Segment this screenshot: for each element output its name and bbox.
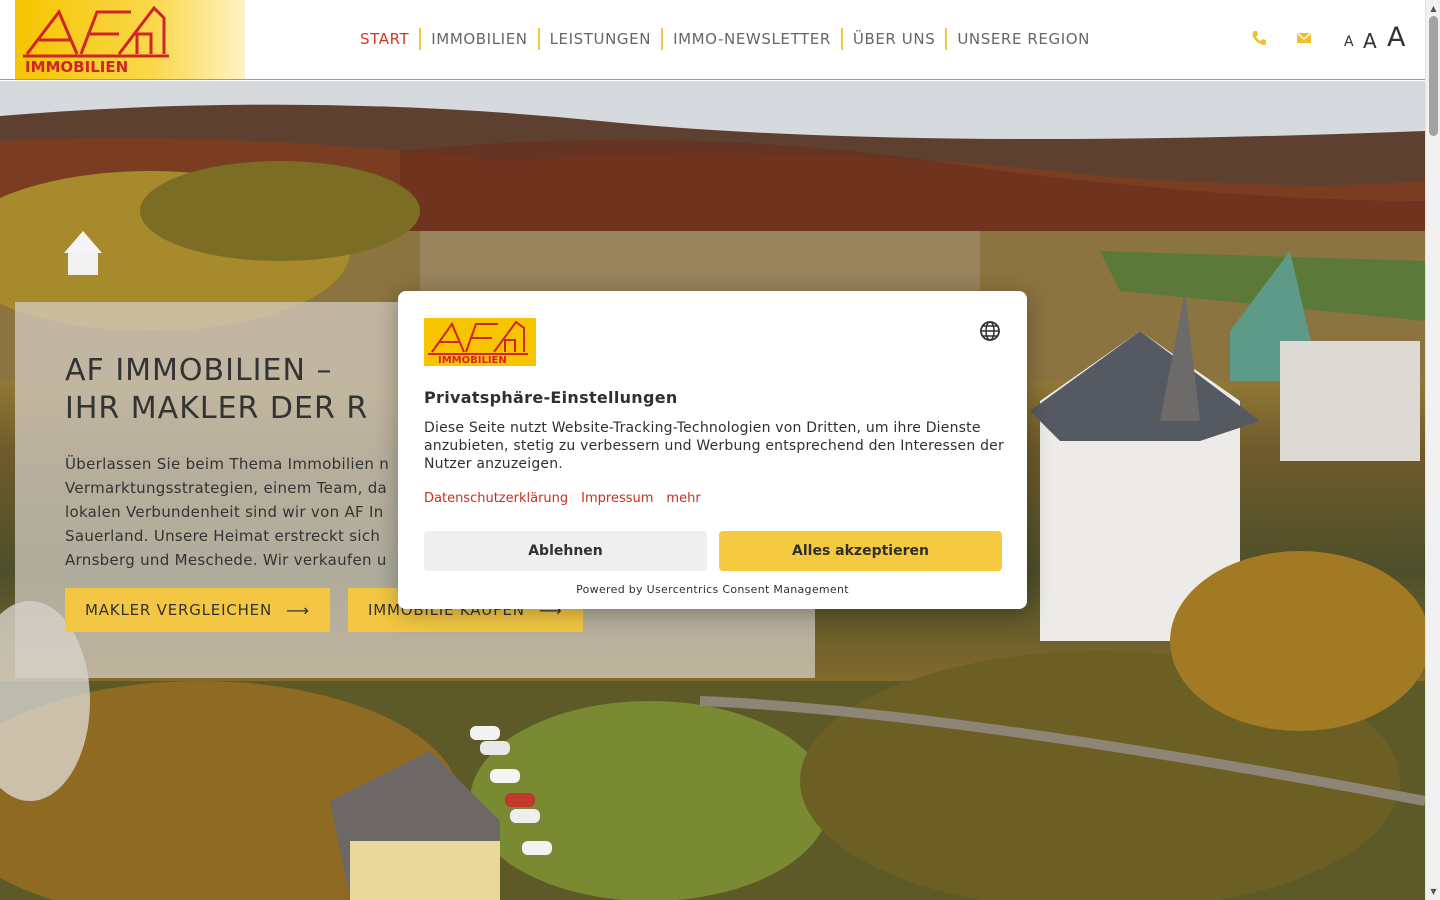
consent-title: Privatsphäre-Einstellungen <box>424 388 678 407</box>
font-size-medium-button[interactable]: A <box>1363 29 1377 53</box>
deny-button[interactable]: Ablehnen <box>424 531 707 571</box>
af-immobilien-logo-icon: IMMOBILIEN <box>23 5 169 76</box>
hero-title: AF IMMOBILIEN – IHR MAKLER DER R <box>65 352 368 428</box>
imprint-link[interactable]: Impressum <box>581 491 653 506</box>
page-scrollbar[interactable]: ▲ ▼ <box>1425 0 1440 900</box>
privacy-policy-link[interactable]: Datenschutzerklärung <box>424 491 568 506</box>
mail-icon[interactable] <box>1294 30 1314 50</box>
scroll-thumb[interactable] <box>1429 16 1438 136</box>
nav-item-leistungen[interactable]: LEISTUNGEN <box>540 28 664 50</box>
site-header: IMMOBILIEN START IMMOBILIEN LEISTUNGEN I… <box>0 0 1425 80</box>
hero-title-line2: IHR MAKLER DER R <box>65 391 369 426</box>
svg-text:IMMOBILIEN: IMMOBILIEN <box>438 355 507 366</box>
consent-links: Datenschutzerklärung Impressum mehr <box>424 491 701 506</box>
font-size-large-button[interactable]: A <box>1387 22 1405 53</box>
accept-all-button[interactable]: Alles akzeptieren <box>719 531 1002 571</box>
compare-agents-button[interactable]: MAKLER VERGLEICHEN ⟶ <box>65 588 330 632</box>
consent-dialog: IMMOBILIEN Privatsphäre-Einstellungen Di… <box>398 291 1027 609</box>
nav-item-start[interactable]: START <box>350 28 422 50</box>
hero-title-line1: AF IMMOBILIEN – <box>65 353 333 388</box>
nav-item-immo-newsletter[interactable]: IMMO-NEWSLETTER <box>663 28 843 50</box>
consent-logo: IMMOBILIEN <box>424 318 536 366</box>
compare-agents-label: MAKLER VERGLEICHEN <box>85 601 272 619</box>
nav-item-unsere-region[interactable]: UNSERE REGION <box>947 28 1100 50</box>
scroll-down-icon[interactable]: ▼ <box>1429 887 1438 896</box>
powered-by-text: Powered by Usercentrics Consent Manageme… <box>576 583 849 596</box>
more-link[interactable]: mehr <box>666 491 700 506</box>
arrow-right-icon: ⟶ <box>285 600 310 620</box>
nav-item-ueber-uns[interactable]: ÜBER UNS <box>843 28 948 50</box>
logo-text: IMMOBILIEN <box>25 58 128 76</box>
main-nav: START IMMOBILIEN LEISTUNGEN IMMO-NEWSLET… <box>350 28 1100 50</box>
logo[interactable]: IMMOBILIEN <box>15 0 245 79</box>
language-globe-icon[interactable] <box>979 320 1001 342</box>
af-immobilien-logo-icon: IMMOBILIEN <box>428 320 528 366</box>
font-size-small-button[interactable]: A <box>1344 34 1354 50</box>
consent-text: Diese Seite nutzt Website-Tracking-Techn… <box>424 420 1004 472</box>
scroll-up-icon[interactable]: ▲ <box>1429 4 1438 13</box>
nav-item-immobilien[interactable]: IMMOBILIEN <box>421 28 540 50</box>
phone-icon[interactable] <box>1249 30 1269 50</box>
